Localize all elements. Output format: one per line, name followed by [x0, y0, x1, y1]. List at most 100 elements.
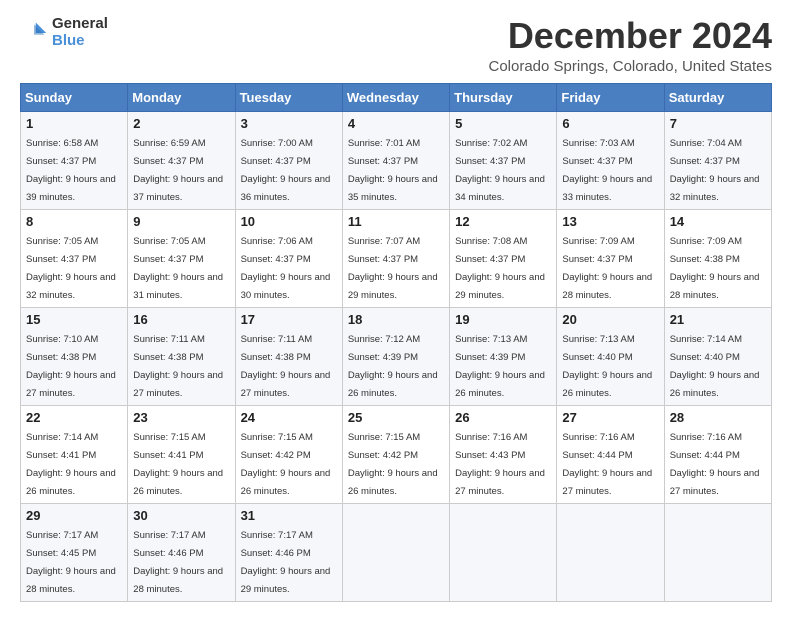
day-detail: Sunrise: 7:12 AM Sunset: 4:39 PM Dayligh…	[348, 334, 438, 399]
day-cell-21: 21 Sunrise: 7:14 AM Sunset: 4:40 PM Dayli…	[664, 307, 771, 405]
day-cell-17: 17 Sunrise: 7:11 AM Sunset: 4:38 PM Dayli…	[235, 307, 342, 405]
column-header-saturday: Saturday	[664, 83, 771, 111]
day-detail: Sunrise: 7:05 AM Sunset: 4:37 PM Dayligh…	[133, 236, 223, 301]
day-detail: Sunrise: 6:58 AM Sunset: 4:37 PM Dayligh…	[26, 138, 116, 203]
day-number: 8	[26, 214, 122, 229]
day-number: 22	[26, 410, 122, 425]
day-detail: Sunrise: 7:04 AM Sunset: 4:37 PM Dayligh…	[670, 138, 760, 203]
day-cell-3: 3 Sunrise: 7:00 AM Sunset: 4:37 PM Daylig…	[235, 111, 342, 209]
day-cell-7: 7 Sunrise: 7:04 AM Sunset: 4:37 PM Daylig…	[664, 111, 771, 209]
calendar-table: SundayMondayTuesdayWednesdayThursdayFrid…	[20, 83, 772, 602]
day-cell-4: 4 Sunrise: 7:01 AM Sunset: 4:37 PM Daylig…	[342, 111, 449, 209]
day-number: 4	[348, 116, 444, 131]
day-number: 30	[133, 508, 229, 523]
day-detail: Sunrise: 7:05 AM Sunset: 4:37 PM Dayligh…	[26, 236, 116, 301]
column-header-wednesday: Wednesday	[342, 83, 449, 111]
day-cell-29: 29 Sunrise: 7:17 AM Sunset: 4:45 PM Dayli…	[21, 503, 128, 601]
day-cell-5: 5 Sunrise: 7:02 AM Sunset: 4:37 PM Daylig…	[450, 111, 557, 209]
day-number: 13	[562, 214, 658, 229]
empty-cell	[557, 503, 664, 601]
day-detail: Sunrise: 7:17 AM Sunset: 4:46 PM Dayligh…	[241, 530, 331, 595]
day-cell-22: 22 Sunrise: 7:14 AM Sunset: 4:41 PM Dayli…	[21, 405, 128, 503]
logo-icon	[20, 19, 48, 47]
day-detail: Sunrise: 7:17 AM Sunset: 4:45 PM Dayligh…	[26, 530, 116, 595]
column-header-monday: Monday	[128, 83, 235, 111]
title-block: December 2024 Colorado Springs, Colorado…	[489, 16, 773, 75]
day-detail: Sunrise: 7:08 AM Sunset: 4:37 PM Dayligh…	[455, 236, 545, 301]
day-detail: Sunrise: 7:00 AM Sunset: 4:37 PM Dayligh…	[241, 138, 331, 203]
empty-cell	[342, 503, 449, 601]
day-number: 19	[455, 312, 551, 327]
day-cell-18: 18 Sunrise: 7:12 AM Sunset: 4:39 PM Dayli…	[342, 307, 449, 405]
day-cell-10: 10 Sunrise: 7:06 AM Sunset: 4:37 PM Dayli…	[235, 209, 342, 307]
day-number: 10	[241, 214, 337, 229]
day-number: 17	[241, 312, 337, 327]
column-header-tuesday: Tuesday	[235, 83, 342, 111]
day-number: 7	[670, 116, 766, 131]
day-number: 21	[670, 312, 766, 327]
day-detail: Sunrise: 7:14 AM Sunset: 4:40 PM Dayligh…	[670, 334, 760, 399]
day-detail: Sunrise: 7:16 AM Sunset: 4:44 PM Dayligh…	[562, 432, 652, 497]
day-cell-12: 12Sunrise: 7:08 AM Sunset: 4:37 PM Dayli…	[450, 209, 557, 307]
day-number: 11	[348, 214, 444, 229]
day-cell-16: 16Sunrise: 7:11 AM Sunset: 4:38 PM Dayli…	[128, 307, 235, 405]
day-detail: Sunrise: 7:13 AM Sunset: 4:39 PM Dayligh…	[455, 334, 545, 399]
week-row-2: 8 Sunrise: 7:05 AM Sunset: 4:37 PM Daylig…	[21, 209, 772, 307]
day-detail: Sunrise: 7:15 AM Sunset: 4:42 PM Dayligh…	[241, 432, 331, 497]
day-detail: Sunrise: 7:15 AM Sunset: 4:42 PM Dayligh…	[348, 432, 438, 497]
day-detail: Sunrise: 7:09 AM Sunset: 4:38 PM Dayligh…	[670, 236, 760, 301]
column-header-sunday: Sunday	[21, 83, 128, 111]
header: General Blue December 2024 Colorado Spri…	[20, 16, 772, 75]
header-row: SundayMondayTuesdayWednesdayThursdayFrid…	[21, 83, 772, 111]
day-detail: Sunrise: 7:17 AM Sunset: 4:46 PM Dayligh…	[133, 530, 223, 595]
day-number: 29	[26, 508, 122, 523]
day-number: 6	[562, 116, 658, 131]
day-number: 25	[348, 410, 444, 425]
day-cell-15: 15Sunrise: 7:10 AM Sunset: 4:38 PM Dayli…	[21, 307, 128, 405]
day-detail: Sunrise: 6:59 AM Sunset: 4:37 PM Dayligh…	[133, 138, 223, 203]
logo-general: General	[52, 16, 108, 33]
day-number: 3	[241, 116, 337, 131]
day-cell-14: 14Sunrise: 7:09 AM Sunset: 4:38 PM Dayli…	[664, 209, 771, 307]
day-detail: Sunrise: 7:01 AM Sunset: 4:37 PM Dayligh…	[348, 138, 438, 203]
day-number: 9	[133, 214, 229, 229]
day-cell-30: 30 Sunrise: 7:17 AM Sunset: 4:46 PM Dayli…	[128, 503, 235, 601]
column-header-friday: Friday	[557, 83, 664, 111]
day-cell-24: 24Sunrise: 7:15 AM Sunset: 4:42 PM Dayli…	[235, 405, 342, 503]
day-cell-26: 26Sunrise: 7:16 AM Sunset: 4:43 PM Dayli…	[450, 405, 557, 503]
day-cell-8: 8 Sunrise: 7:05 AM Sunset: 4:37 PM Daylig…	[21, 209, 128, 307]
day-detail: Sunrise: 7:15 AM Sunset: 4:41 PM Dayligh…	[133, 432, 223, 497]
logo-blue: Blue	[52, 33, 108, 50]
day-detail: Sunrise: 7:02 AM Sunset: 4:37 PM Dayligh…	[455, 138, 545, 203]
week-row-5: 29 Sunrise: 7:17 AM Sunset: 4:45 PM Dayli…	[21, 503, 772, 601]
day-detail: Sunrise: 7:09 AM Sunset: 4:37 PM Dayligh…	[562, 236, 652, 301]
day-cell-13: 13 Sunrise: 7:09 AM Sunset: 4:37 PM Dayli…	[557, 209, 664, 307]
day-number: 20	[562, 312, 658, 327]
day-cell-11: 11 Sunrise: 7:07 AM Sunset: 4:37 PM Dayli…	[342, 209, 449, 307]
day-detail: Sunrise: 7:13 AM Sunset: 4:40 PM Dayligh…	[562, 334, 652, 399]
empty-cell	[450, 503, 557, 601]
day-cell-6: 6Sunrise: 7:03 AM Sunset: 4:37 PM Daylig…	[557, 111, 664, 209]
day-detail: Sunrise: 7:14 AM Sunset: 4:41 PM Dayligh…	[26, 432, 116, 497]
day-detail: Sunrise: 7:11 AM Sunset: 4:38 PM Dayligh…	[241, 334, 331, 399]
day-number: 28	[670, 410, 766, 425]
day-number: 15	[26, 312, 122, 327]
day-detail: Sunrise: 7:07 AM Sunset: 4:37 PM Dayligh…	[348, 236, 438, 301]
day-detail: Sunrise: 7:11 AM Sunset: 4:38 PM Dayligh…	[133, 334, 223, 399]
day-cell-1: 1 Sunrise: 6:58 AM Sunset: 4:37 PM Daylig…	[21, 111, 128, 209]
day-detail: Sunrise: 7:06 AM Sunset: 4:37 PM Dayligh…	[241, 236, 331, 301]
day-cell-31: 31Sunrise: 7:17 AM Sunset: 4:46 PM Dayli…	[235, 503, 342, 601]
day-cell-19: 19 Sunrise: 7:13 AM Sunset: 4:39 PM Dayli…	[450, 307, 557, 405]
column-header-thursday: Thursday	[450, 83, 557, 111]
day-number: 18	[348, 312, 444, 327]
week-row-1: 1 Sunrise: 6:58 AM Sunset: 4:37 PM Daylig…	[21, 111, 772, 209]
day-number: 23	[133, 410, 229, 425]
logo: General Blue	[20, 16, 108, 49]
day-cell-23: 23 Sunrise: 7:15 AM Sunset: 4:41 PM Dayli…	[128, 405, 235, 503]
page-title: December 2024	[489, 16, 773, 56]
day-number: 1	[26, 116, 122, 131]
day-number: 5	[455, 116, 551, 131]
day-number: 26	[455, 410, 551, 425]
empty-cell	[664, 503, 771, 601]
day-cell-25: 25 Sunrise: 7:15 AM Sunset: 4:42 PM Dayli…	[342, 405, 449, 503]
